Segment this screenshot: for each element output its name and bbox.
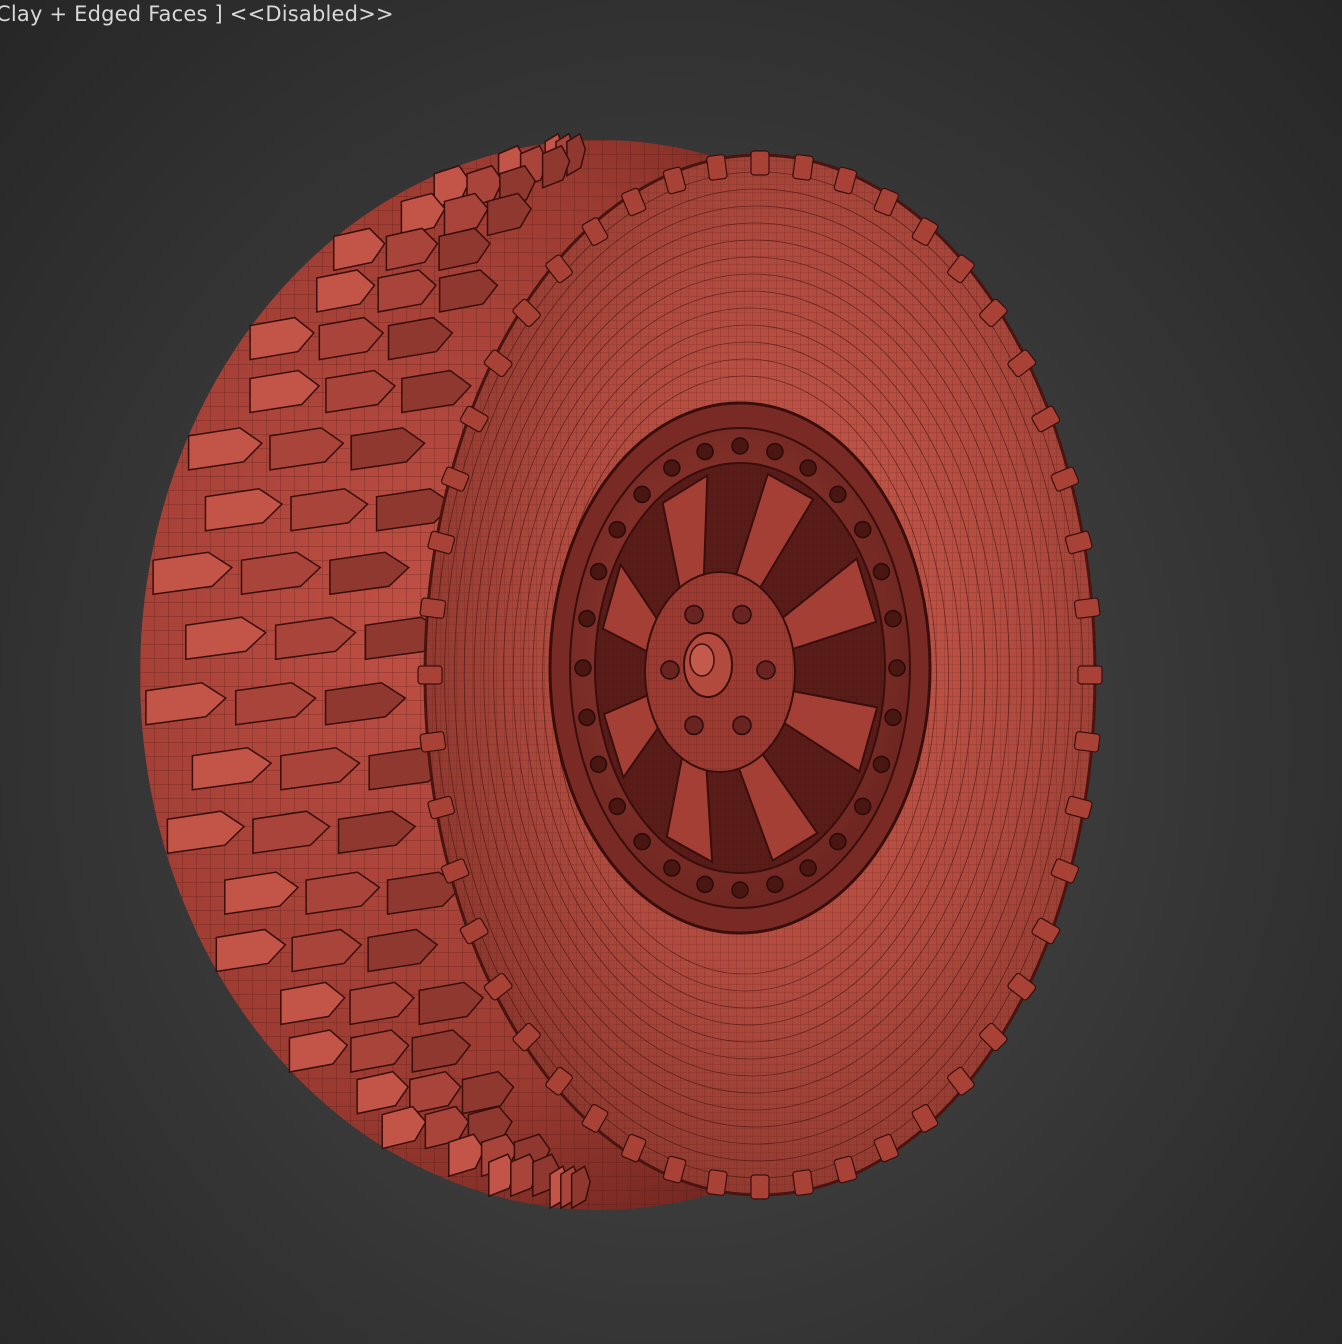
bead-bolt (829, 485, 847, 504)
sidewall-lug (792, 154, 814, 181)
bead-bolt (696, 875, 714, 894)
bead-bolt (578, 708, 596, 727)
bead-bolt (589, 755, 608, 774)
bead-bolt (574, 659, 592, 677)
sidewall-lug (417, 665, 443, 685)
lug-nut (732, 715, 752, 736)
sidewall-lug (750, 1174, 770, 1200)
tire-wheel-model-icon[interactable] (0, 0, 1342, 1344)
bead-bolt (663, 859, 681, 877)
bead-bolt (589, 562, 608, 581)
bead-bolt (799, 459, 817, 477)
sidewall-lug (419, 597, 447, 619)
sidewall-lug (1073, 731, 1101, 753)
sidewall-lug (706, 1169, 728, 1196)
bead-bolt (853, 797, 872, 816)
lug-nut (660, 660, 680, 680)
bead-bolt (731, 437, 749, 455)
bead-bolt (578, 609, 596, 628)
bead-bolt (663, 459, 681, 477)
bead-bolt (888, 659, 906, 677)
bead-bolt (829, 832, 847, 851)
bead-bolt (696, 442, 714, 461)
bead-bolt (633, 485, 651, 504)
bead-bolt (872, 755, 891, 774)
sidewall-lug (1073, 597, 1101, 619)
bead-bolt (608, 797, 627, 816)
bead-bolt (884, 708, 902, 727)
bead-bolt (608, 520, 627, 539)
bead-bolt (633, 832, 651, 851)
sidewall-lug (419, 731, 447, 753)
bead-bolt (884, 609, 902, 628)
sidewall-lug (1077, 665, 1103, 685)
bead-bolt (853, 520, 872, 539)
sidewall-lug (792, 1169, 814, 1196)
lug-nut (732, 604, 752, 625)
bead-bolt (766, 442, 784, 461)
lug-nut (684, 604, 704, 625)
bead-bolt (731, 881, 749, 899)
bead-bolt (766, 875, 784, 894)
sidewall-lug (750, 150, 770, 176)
bead-bolt (872, 562, 891, 581)
wheel-rim (548, 401, 932, 935)
lug-nut (684, 715, 704, 736)
viewport-3d[interactable]: Clay + Edged Faces ] <<Disabled>> (0, 0, 1342, 1344)
lug-nut (756, 660, 776, 680)
sidewall-lug (706, 154, 728, 181)
bead-bolt (799, 859, 817, 877)
